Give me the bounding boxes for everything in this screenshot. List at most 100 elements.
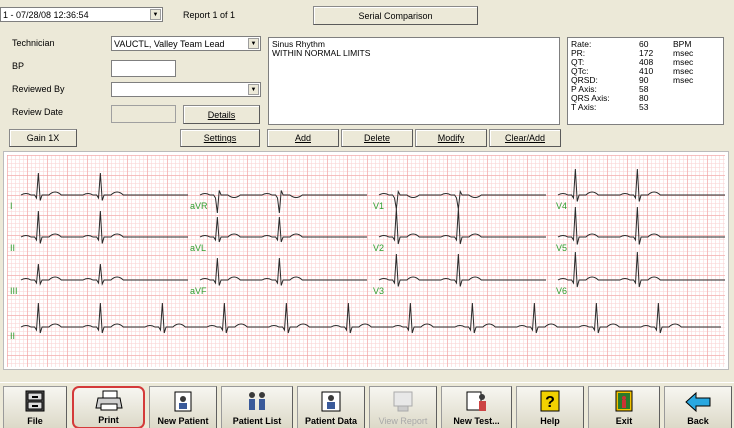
row-label-rhythm: II xyxy=(10,331,16,341)
chevron-down-icon[interactable]: ▼ xyxy=(248,84,259,95)
row-label-iii: III xyxy=(10,286,18,296)
cabinet-icon xyxy=(25,390,45,412)
view-report-button[interactable]: View Report xyxy=(369,386,437,428)
measurement-unit xyxy=(673,85,707,94)
new-patient-icon xyxy=(174,391,192,412)
report-counter: Report 1 of 1 xyxy=(183,10,236,20)
settings-label: Settings xyxy=(203,133,237,143)
delete-button[interactable]: Delete xyxy=(341,129,413,147)
ecg-trace xyxy=(20,172,188,201)
chevron-down-icon[interactable]: ▼ xyxy=(248,38,259,49)
bottom-toolbar: File Print New Patient Patient List Pati… xyxy=(0,382,734,428)
patient-data-button[interactable]: Patient Data xyxy=(297,386,365,428)
ecg-trace xyxy=(199,257,367,286)
svg-text:?: ? xyxy=(545,394,555,411)
file-button[interactable]: File xyxy=(3,386,67,428)
lead-v5: V5 xyxy=(556,243,568,253)
help-button[interactable]: ? Help xyxy=(516,386,584,428)
patient-data-icon xyxy=(321,391,341,412)
add-button[interactable]: Add xyxy=(267,129,339,147)
ecg-trace xyxy=(557,168,725,202)
print-button[interactable]: Print xyxy=(72,386,145,428)
measurement-unit xyxy=(673,94,707,103)
gain-button[interactable]: Gain 1X xyxy=(9,129,77,147)
patient-form-panel: Technician VAUCTL, Valley Team Lead ▼ BP… xyxy=(3,34,265,128)
view-report-icon xyxy=(393,391,413,412)
row-label-i: I xyxy=(10,201,13,211)
new-patient-button[interactable]: New Patient xyxy=(149,386,217,428)
ecg-trace xyxy=(557,206,725,245)
serial-comparison-button[interactable]: Serial Comparison xyxy=(313,6,478,25)
file-label: File xyxy=(27,416,43,426)
ecg-grid: I II III II aVR aVL aVF V1 V2 V3 V4 V5 V… xyxy=(7,155,725,367)
ecg-panel: I II III II aVR aVL aVF V1 V2 V3 V4 V5 V… xyxy=(3,151,729,370)
lead-v4: V4 xyxy=(556,201,568,211)
help-icon: ? xyxy=(540,390,560,412)
new-test-label: New Test... xyxy=(453,416,500,426)
ecg-trace xyxy=(199,216,367,243)
exit-label: Exit xyxy=(615,416,633,426)
chevron-down-icon[interactable]: ▼ xyxy=(150,9,161,20)
ecg-traces xyxy=(20,168,725,334)
details-button[interactable]: Details xyxy=(183,105,260,124)
reviewed-by-select[interactable]: ▼ xyxy=(111,82,261,97)
lead-avf: aVF xyxy=(190,286,207,296)
review-date-input[interactable] xyxy=(111,105,176,123)
ecg-trace xyxy=(378,208,546,245)
ecg-trace xyxy=(20,263,188,286)
new-test-icon xyxy=(466,391,486,411)
measurement-value: 53 xyxy=(639,102,649,112)
measurement-unit: msec xyxy=(673,75,694,85)
interpretation-textbox[interactable]: Sinus Rhythm WITHIN NORMAL LIMITS xyxy=(268,37,560,125)
lead-v1: V1 xyxy=(373,201,385,211)
reviewed-by-label: Reviewed By xyxy=(12,84,65,94)
printer-icon xyxy=(94,390,123,411)
lead-avl: aVL xyxy=(190,243,207,253)
patient-data-label: Patient Data xyxy=(304,416,357,426)
interpretation-line: WITHIN NORMAL LIMITS xyxy=(272,48,371,58)
delete-label: Delete xyxy=(363,133,390,143)
ecg-trace xyxy=(20,302,721,334)
lead-v2: V2 xyxy=(373,243,385,253)
clear-add-button[interactable]: Clear/Add xyxy=(489,129,561,147)
lead-avr: aVR xyxy=(190,201,208,211)
modify-button[interactable]: Modify xyxy=(415,129,487,147)
measurement-label: T Axis: xyxy=(571,102,597,112)
ecg-trace xyxy=(20,210,188,244)
details-label: Details xyxy=(207,109,236,120)
top-bar: 1 - 07/28/08 12:36:54 ▼ Report 1 of 1 Se… xyxy=(0,0,734,30)
clear-add-label: Clear/Add xyxy=(504,133,546,143)
bp-label: BP xyxy=(12,61,25,71)
technician-select[interactable]: VAUCTL, Valley Team Lead ▼ xyxy=(111,36,261,51)
report-timestamp-select[interactable]: 1 - 07/28/08 12:36:54 ▼ xyxy=(0,7,163,22)
add-label: Add xyxy=(294,133,311,143)
report-timestamp-value: 1 - 07/28/08 12:36:54 xyxy=(3,9,89,20)
technician-label: Technician xyxy=(12,38,55,48)
ecg-trace xyxy=(199,190,367,214)
ecg-trace xyxy=(378,253,546,287)
exit-door-icon xyxy=(615,390,633,412)
exit-button[interactable]: Exit xyxy=(588,386,660,428)
measurements-panel: Rate: 60 BPM PR: 172 msec QT: 408 msec QTc: 410 mse… xyxy=(567,37,724,125)
patient-list-label: Patient List xyxy=(232,416,282,426)
ecg-trace xyxy=(557,251,725,288)
help-label: Help xyxy=(540,416,560,426)
patient-list-button[interactable]: Patient List xyxy=(221,386,293,428)
lead-v3: V3 xyxy=(373,286,385,296)
lead-v6: V6 xyxy=(556,286,568,296)
back-arrow-icon xyxy=(685,391,711,413)
settings-button[interactable]: Settings xyxy=(180,129,260,147)
print-label: Print xyxy=(98,415,119,425)
measurement-unit xyxy=(673,103,707,112)
patient-list-icon xyxy=(249,392,265,410)
back-label: Back xyxy=(687,416,709,426)
measurement-row: T Axis: 53 xyxy=(571,103,720,112)
new-test-button[interactable]: New Test... xyxy=(441,386,512,428)
new-patient-label: New Patient xyxy=(157,416,209,426)
review-date-label: Review Date xyxy=(12,107,64,117)
bp-input[interactable] xyxy=(111,60,176,77)
view-report-label: View Report xyxy=(378,416,428,426)
technician-value: VAUCTL, Valley Team Lead xyxy=(114,38,225,49)
modify-label: Modify xyxy=(437,133,465,143)
back-button[interactable]: Back xyxy=(664,386,732,428)
